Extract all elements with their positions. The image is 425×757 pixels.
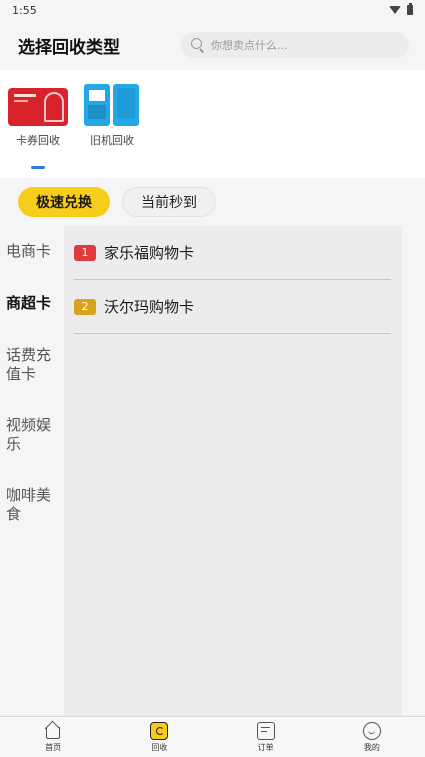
header: 选择回收类型 你想卖点什么... xyxy=(0,20,425,70)
sidebar-item-ecommerce-card[interactable]: 电商卡 xyxy=(0,242,64,261)
status-bar: 1:55 xyxy=(0,0,425,20)
card-list: 1 家乐福购物卡 2 沃尔玛购物卡 xyxy=(64,226,402,716)
exchange-tabs: 极速兑换 当前秒到 xyxy=(0,178,425,226)
tab-recycle[interactable]: 回收 xyxy=(106,717,212,757)
phone-thumbnail xyxy=(82,78,142,128)
category-label: 旧机回收 xyxy=(90,134,134,147)
gift-card-thumbnail xyxy=(8,78,68,128)
list-item-label: 家乐福购物卡 xyxy=(104,244,195,262)
bottom-tab-bar: 首页 回收 订单 我的 xyxy=(0,716,425,757)
sidebar-item-video-entertainment[interactable]: 视频娱乐 xyxy=(0,416,64,454)
tab-home[interactable]: 首页 xyxy=(0,717,106,757)
battery-icon xyxy=(407,3,413,15)
home-icon xyxy=(44,722,62,740)
category-item-old-phone[interactable]: 旧机回收 xyxy=(77,78,147,148)
sidebar-item-coffee-food[interactable]: 咖啡美食 xyxy=(0,486,64,524)
tab-instant-arrival[interactable]: 当前秒到 xyxy=(122,187,216,217)
category-panel: 卡券回收 旧机回收 xyxy=(0,70,425,178)
search-placeholder: 你想卖点什么... xyxy=(211,39,288,52)
tab-mine[interactable]: 我的 xyxy=(319,717,425,757)
rank-badge: 2 xyxy=(74,298,96,315)
sidebar-item-supermarket-card[interactable]: 商超卡 xyxy=(0,294,64,313)
rank-badge: 1 xyxy=(74,244,96,261)
list-item[interactable]: 1 家乐福购物卡 xyxy=(74,226,391,280)
right-gutter xyxy=(402,226,425,716)
category-label: 卡券回收 xyxy=(16,134,60,147)
tab-fast-exchange[interactable]: 极速兑换 xyxy=(18,187,110,217)
list-item-label: 沃尔玛购物卡 xyxy=(104,298,195,316)
profile-icon xyxy=(362,721,381,740)
list-item[interactable]: 2 沃尔玛购物卡 xyxy=(74,280,391,334)
status-time: 1:55 xyxy=(12,3,37,17)
status-icons xyxy=(389,3,413,15)
tab-orders[interactable]: 订单 xyxy=(213,717,319,757)
recycle-icon xyxy=(150,721,169,740)
category-selected-indicator xyxy=(31,166,45,169)
tab-label: 订单 xyxy=(257,742,274,752)
tab-label: 回收 xyxy=(151,742,168,752)
search-input[interactable]: 你想卖点什么... xyxy=(181,32,409,58)
page: 1:55 选择回收类型 你想卖点什么... 卡券回收 旧机回收 极速兑换 当前秒… xyxy=(0,0,425,757)
page-title: 选择回收类型 xyxy=(18,37,120,58)
category-item-gift-card[interactable]: 卡券回收 xyxy=(3,78,73,148)
wifi-icon xyxy=(389,6,401,14)
search-icon xyxy=(191,38,205,52)
sidebar-item-phone-topup-card[interactable]: 话费充值卡 xyxy=(0,346,64,384)
sidebar: 电商卡 商超卡 话费充值卡 视频娱乐 咖啡美食 xyxy=(0,226,64,716)
order-icon xyxy=(256,721,275,740)
tab-label: 首页 xyxy=(45,742,62,752)
tab-label: 我的 xyxy=(363,742,380,752)
